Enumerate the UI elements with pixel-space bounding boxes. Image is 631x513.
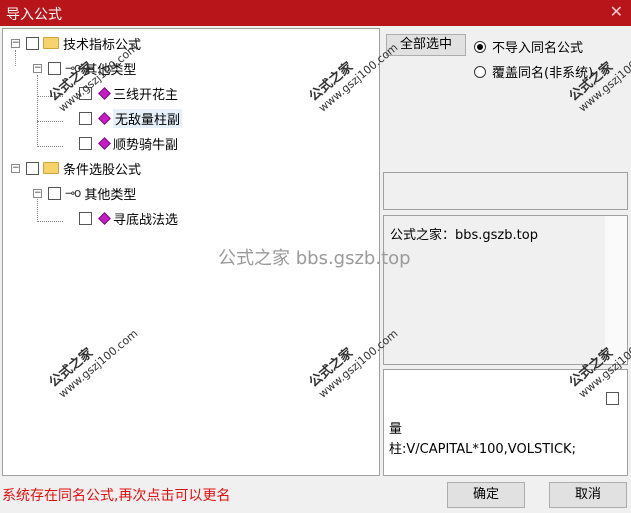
radio-label: 不导入同名公式 xyxy=(492,41,584,56)
tree-item-label: 顺势骑牛副 xyxy=(113,137,179,153)
title-bar: 导入公式 ✕ xyxy=(0,0,631,26)
formula-icon xyxy=(98,211,111,225)
tree-group-label: 条件选股公式 xyxy=(63,162,142,178)
tree-item-label: 寻底战法选 xyxy=(113,212,179,228)
subgroup-checkbox[interactable] xyxy=(48,61,61,75)
folder-icon xyxy=(43,37,59,49)
subgroup-checkbox[interactable] xyxy=(48,186,61,200)
code-line: 量 xyxy=(389,422,403,437)
description-box[interactable]: 公式之家：bbs.gszb.top xyxy=(383,215,628,365)
formula-icon xyxy=(98,136,111,150)
collapse-icon[interactable]: − xyxy=(11,38,20,48)
formula-icon xyxy=(98,111,111,125)
tree-item-row[interactable]: 顺势骑牛副 xyxy=(79,132,178,154)
folder-icon xyxy=(43,162,59,174)
radio-dot[interactable] xyxy=(474,65,486,78)
name-box xyxy=(383,172,628,210)
radio-skip-same-name[interactable]: 不导入同名公式 xyxy=(474,37,583,56)
tree-item-label: 无敌量柱副 xyxy=(113,108,183,128)
collapse-icon[interactable]: − xyxy=(33,188,42,198)
tree-subgroup-label: 其他类型 xyxy=(84,187,137,203)
collapse-icon[interactable]: − xyxy=(33,63,42,73)
ok-button[interactable]: 确定 xyxy=(447,482,525,508)
watermark-text: 公式之家 bbs.gszb.top xyxy=(218,248,411,269)
tree-group-row[interactable]: − 条件选股公式 xyxy=(11,157,141,179)
radio-dot[interactable] xyxy=(474,40,486,53)
link-icon: ⊸o xyxy=(65,186,81,200)
status-message: 系统存在同名公式,再次点击可以更名 xyxy=(2,488,231,504)
formula-icon xyxy=(98,86,111,100)
window-title: 导入公式 xyxy=(6,7,62,23)
cancel-button[interactable]: 取消 xyxy=(549,482,627,508)
description-text: 公式之家：bbs.gszb.top xyxy=(390,228,538,243)
tree-subgroup-row[interactable]: − ⊸o 其他类型 xyxy=(33,182,136,204)
code-line: 柱:V/CAPITAL*100,VOLSTICK; xyxy=(389,442,576,457)
tree-item-row[interactable]: 寻底战法选 xyxy=(79,207,178,229)
tree-item-row[interactable]: 无敌量柱副 xyxy=(79,107,183,129)
code-checkbox[interactable] xyxy=(606,392,619,405)
group-checkbox[interactable] xyxy=(26,36,39,50)
radio-overwrite-same-name[interactable]: 覆盖同名(非系统) xyxy=(474,62,593,81)
import-formula-dialog: 导入公式 ✕ − 技术指标公式 − ⊸o 其他类型 三线开花主 无敌量柱副 顺势… xyxy=(0,0,631,513)
item-checkbox[interactable] xyxy=(79,211,92,225)
close-icon[interactable]: ✕ xyxy=(610,2,623,21)
tree-item-label: 三线开花主 xyxy=(113,87,179,103)
group-checkbox[interactable] xyxy=(26,161,39,175)
item-checkbox[interactable] xyxy=(79,111,92,125)
collapse-icon[interactable]: − xyxy=(11,163,20,173)
item-checkbox[interactable] xyxy=(79,136,92,150)
